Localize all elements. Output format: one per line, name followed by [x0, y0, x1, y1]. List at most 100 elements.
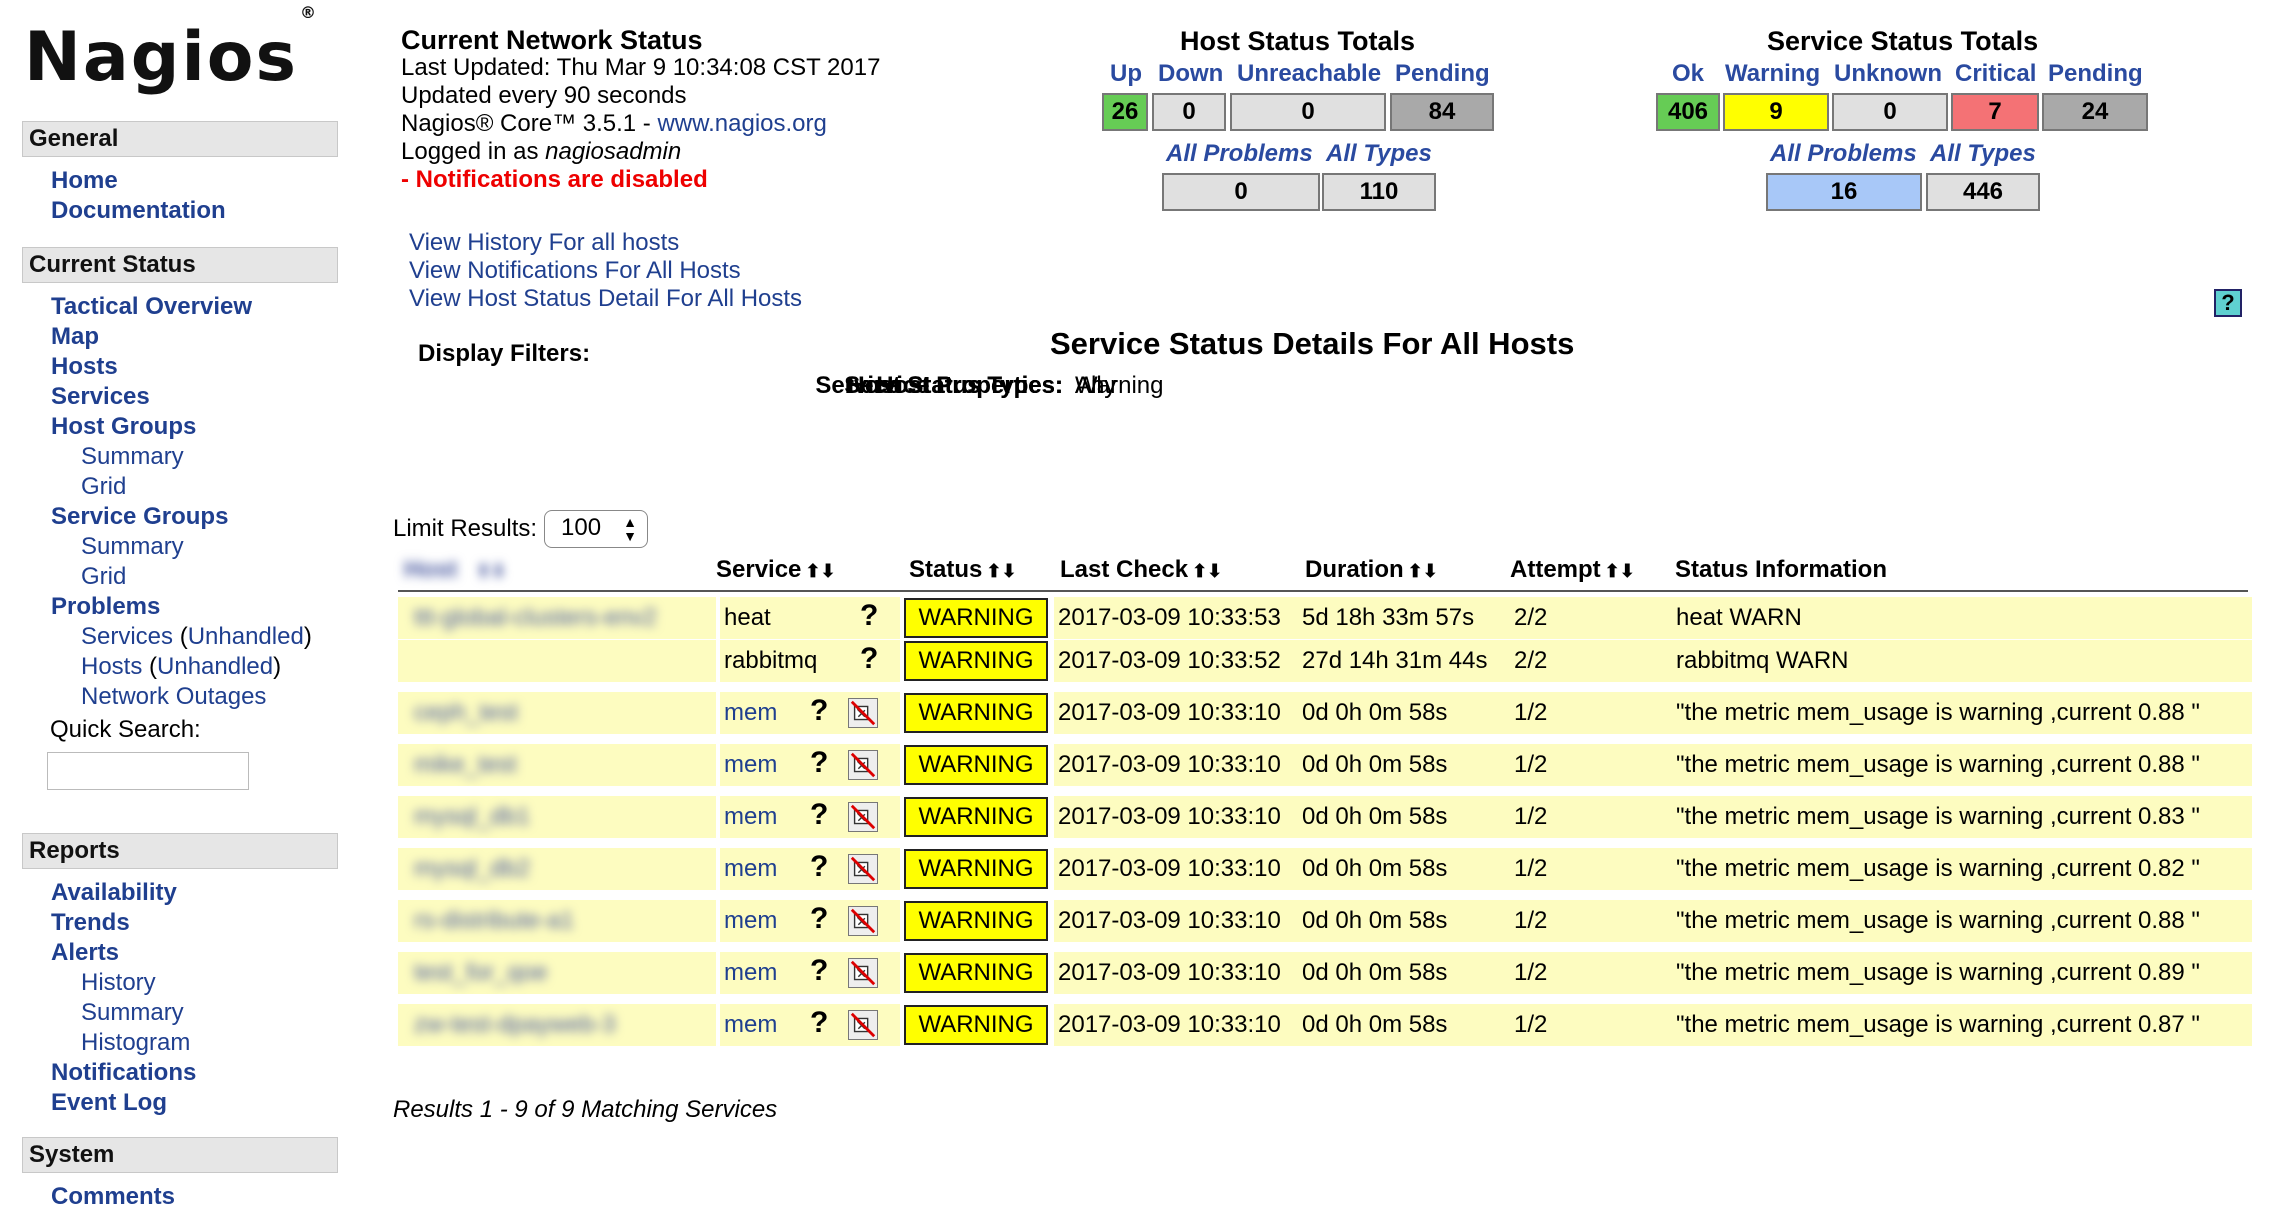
- nav-documentation[interactable]: Documentation: [51, 196, 226, 226]
- nav-network-outages[interactable]: Network Outages: [51, 682, 312, 712]
- host-down-count[interactable]: 0: [1152, 93, 1226, 131]
- nav-alerts-histogram[interactable]: Histogram: [51, 1028, 196, 1058]
- service-label-all-types[interactable]: All Types: [1930, 140, 2036, 168]
- notifications-disabled-icon[interactable]: [848, 802, 878, 832]
- service-label-all-problems[interactable]: All Problems: [1770, 140, 1917, 168]
- unknown-icon[interactable]: ?: [810, 850, 828, 884]
- host-link[interactable]: test_for_qoe: [398, 959, 547, 986]
- unknown-icon[interactable]: ?: [810, 798, 828, 832]
- nav-host-groups[interactable]: Host Groups: [51, 412, 312, 442]
- service-label-warning[interactable]: Warning: [1725, 60, 1820, 88]
- host-label-pending[interactable]: Pending: [1395, 60, 1490, 88]
- host-link[interactable]: ttt-global-clusters-env2: [398, 604, 657, 631]
- host-link[interactable]: rs-distribute-a1: [398, 907, 574, 934]
- unknown-icon[interactable]: ?: [810, 1006, 828, 1040]
- service-unknown-count[interactable]: 0: [1832, 93, 1948, 131]
- service-link[interactable]: rabbitmq: [720, 647, 817, 674]
- service-all-problems-count[interactable]: 16: [1766, 173, 1922, 211]
- col-last-check[interactable]: Last Check ⬆⬇: [1060, 556, 1222, 584]
- unknown-icon[interactable]: ?: [810, 746, 828, 780]
- nav-service-groups-summary[interactable]: Summary: [51, 532, 312, 562]
- notifications-disabled-icon[interactable]: [848, 958, 878, 988]
- host-link[interactable]: [398, 647, 414, 674]
- unknown-icon[interactable]: ?: [860, 642, 878, 676]
- nav-problems[interactable]: Problems: [51, 592, 312, 622]
- nav-trends[interactable]: Trends: [51, 908, 196, 938]
- nav-problems-services[interactable]: Services: [81, 623, 173, 650]
- host-pending-count[interactable]: 84: [1390, 93, 1494, 131]
- service-link[interactable]: mem: [720, 699, 777, 726]
- service-link[interactable]: mem: [720, 1011, 777, 1038]
- service-link[interactable]: heat: [720, 604, 771, 631]
- col-service[interactable]: Service ⬆⬇: [716, 556, 836, 584]
- service-label-ok[interactable]: Ok: [1672, 60, 1704, 88]
- service-link[interactable]: mem: [720, 751, 777, 778]
- nav-problems-hosts[interactable]: Hosts: [81, 653, 142, 680]
- help-icon[interactable]: ?: [2214, 289, 2242, 317]
- service-label-unknown[interactable]: Unknown: [1834, 60, 1942, 88]
- nav-notifications[interactable]: Notifications: [51, 1058, 196, 1088]
- unknown-icon[interactable]: ?: [810, 954, 828, 988]
- link-view-host-status[interactable]: View Host Status Detail For All Hosts: [409, 285, 802, 313]
- nav-event-log[interactable]: Event Log: [51, 1088, 196, 1118]
- host-link[interactable]: zw-test-dpayweb-3: [398, 1011, 615, 1038]
- nav-problems-hosts-unhandled[interactable]: Unhandled: [157, 653, 273, 680]
- notifications-disabled-icon[interactable]: [848, 750, 878, 780]
- nav-service-groups[interactable]: Service Groups: [51, 502, 312, 532]
- host-label-all-types[interactable]: All Types: [1326, 140, 1432, 168]
- service-ok-count[interactable]: 406: [1656, 93, 1720, 131]
- link-view-history[interactable]: View History For all hosts: [409, 229, 802, 257]
- col-host[interactable]: Host: [404, 556, 457, 584]
- host-unreachable-count[interactable]: 0: [1230, 93, 1386, 131]
- unknown-icon[interactable]: ?: [860, 599, 878, 633]
- host-label-up[interactable]: Up: [1110, 60, 1142, 88]
- nav-hosts[interactable]: Hosts: [51, 352, 312, 382]
- nav-services[interactable]: Services: [51, 382, 312, 412]
- col-status[interactable]: Status ⬆⬇: [909, 556, 1017, 584]
- sort-host-icon[interactable]: ⬆⬇: [472, 556, 506, 584]
- nav-map[interactable]: Map: [51, 322, 312, 352]
- nav-problems-services-unhandled[interactable]: Unhandled: [188, 623, 304, 650]
- quick-search-input[interactable]: [47, 752, 249, 790]
- service-pending-count[interactable]: 24: [2042, 93, 2148, 131]
- nav-alerts-summary[interactable]: Summary: [51, 998, 196, 1028]
- service-all-types-count[interactable]: 446: [1926, 173, 2040, 211]
- host-label-all-problems[interactable]: All Problems: [1166, 140, 1313, 168]
- service-link[interactable]: mem: [720, 907, 777, 934]
- host-label-unreachable[interactable]: Unreachable: [1237, 60, 1381, 88]
- host-link[interactable]: ceph_test: [398, 699, 518, 726]
- service-label-pending[interactable]: Pending: [2048, 60, 2143, 88]
- service-link[interactable]: mem: [720, 803, 777, 830]
- service-warning-count[interactable]: 9: [1723, 93, 1829, 131]
- host-all-types-count[interactable]: 110: [1322, 173, 1436, 211]
- link-view-notifications[interactable]: View Notifications For All Hosts: [409, 257, 802, 285]
- nav-availability[interactable]: Availability: [51, 878, 196, 908]
- host-up-count[interactable]: 26: [1102, 93, 1148, 131]
- notifications-disabled-icon[interactable]: [848, 854, 878, 884]
- service-label-critical[interactable]: Critical: [1955, 60, 2036, 88]
- notifications-disabled-icon[interactable]: [848, 1010, 878, 1040]
- service-link[interactable]: mem: [720, 855, 777, 882]
- nagios-org-link[interactable]: www.nagios.org: [657, 110, 826, 137]
- nagios-logo[interactable]: Nagios®: [24, 3, 318, 97]
- nav-home[interactable]: Home: [51, 166, 226, 196]
- nav-host-groups-grid[interactable]: Grid: [51, 472, 312, 502]
- nav-host-groups-summary[interactable]: Summary: [51, 442, 312, 472]
- col-duration[interactable]: Duration ⬆⬇: [1305, 556, 1438, 584]
- host-link[interactable]: mysql_db1: [398, 803, 530, 830]
- host-label-down[interactable]: Down: [1158, 60, 1223, 88]
- service-critical-count[interactable]: 7: [1951, 93, 2039, 131]
- unknown-icon[interactable]: ?: [810, 694, 828, 728]
- nav-alerts[interactable]: Alerts: [51, 938, 196, 968]
- nav-alerts-history[interactable]: History: [51, 968, 196, 998]
- unknown-icon[interactable]: ?: [810, 902, 828, 936]
- nav-comments[interactable]: Comments: [51, 1182, 175, 1212]
- notifications-disabled-icon[interactable]: [848, 698, 878, 728]
- col-attempt[interactable]: Attempt ⬆⬇: [1510, 556, 1635, 584]
- host-link[interactable]: mike_test: [398, 751, 517, 778]
- nav-tactical-overview[interactable]: Tactical Overview: [51, 292, 312, 322]
- host-link[interactable]: mysql_db2: [398, 855, 530, 882]
- notifications-disabled-icon[interactable]: [848, 906, 878, 936]
- nav-service-groups-grid[interactable]: Grid: [51, 562, 312, 592]
- limit-results-select[interactable]: 100 ▲ ▼: [544, 510, 648, 548]
